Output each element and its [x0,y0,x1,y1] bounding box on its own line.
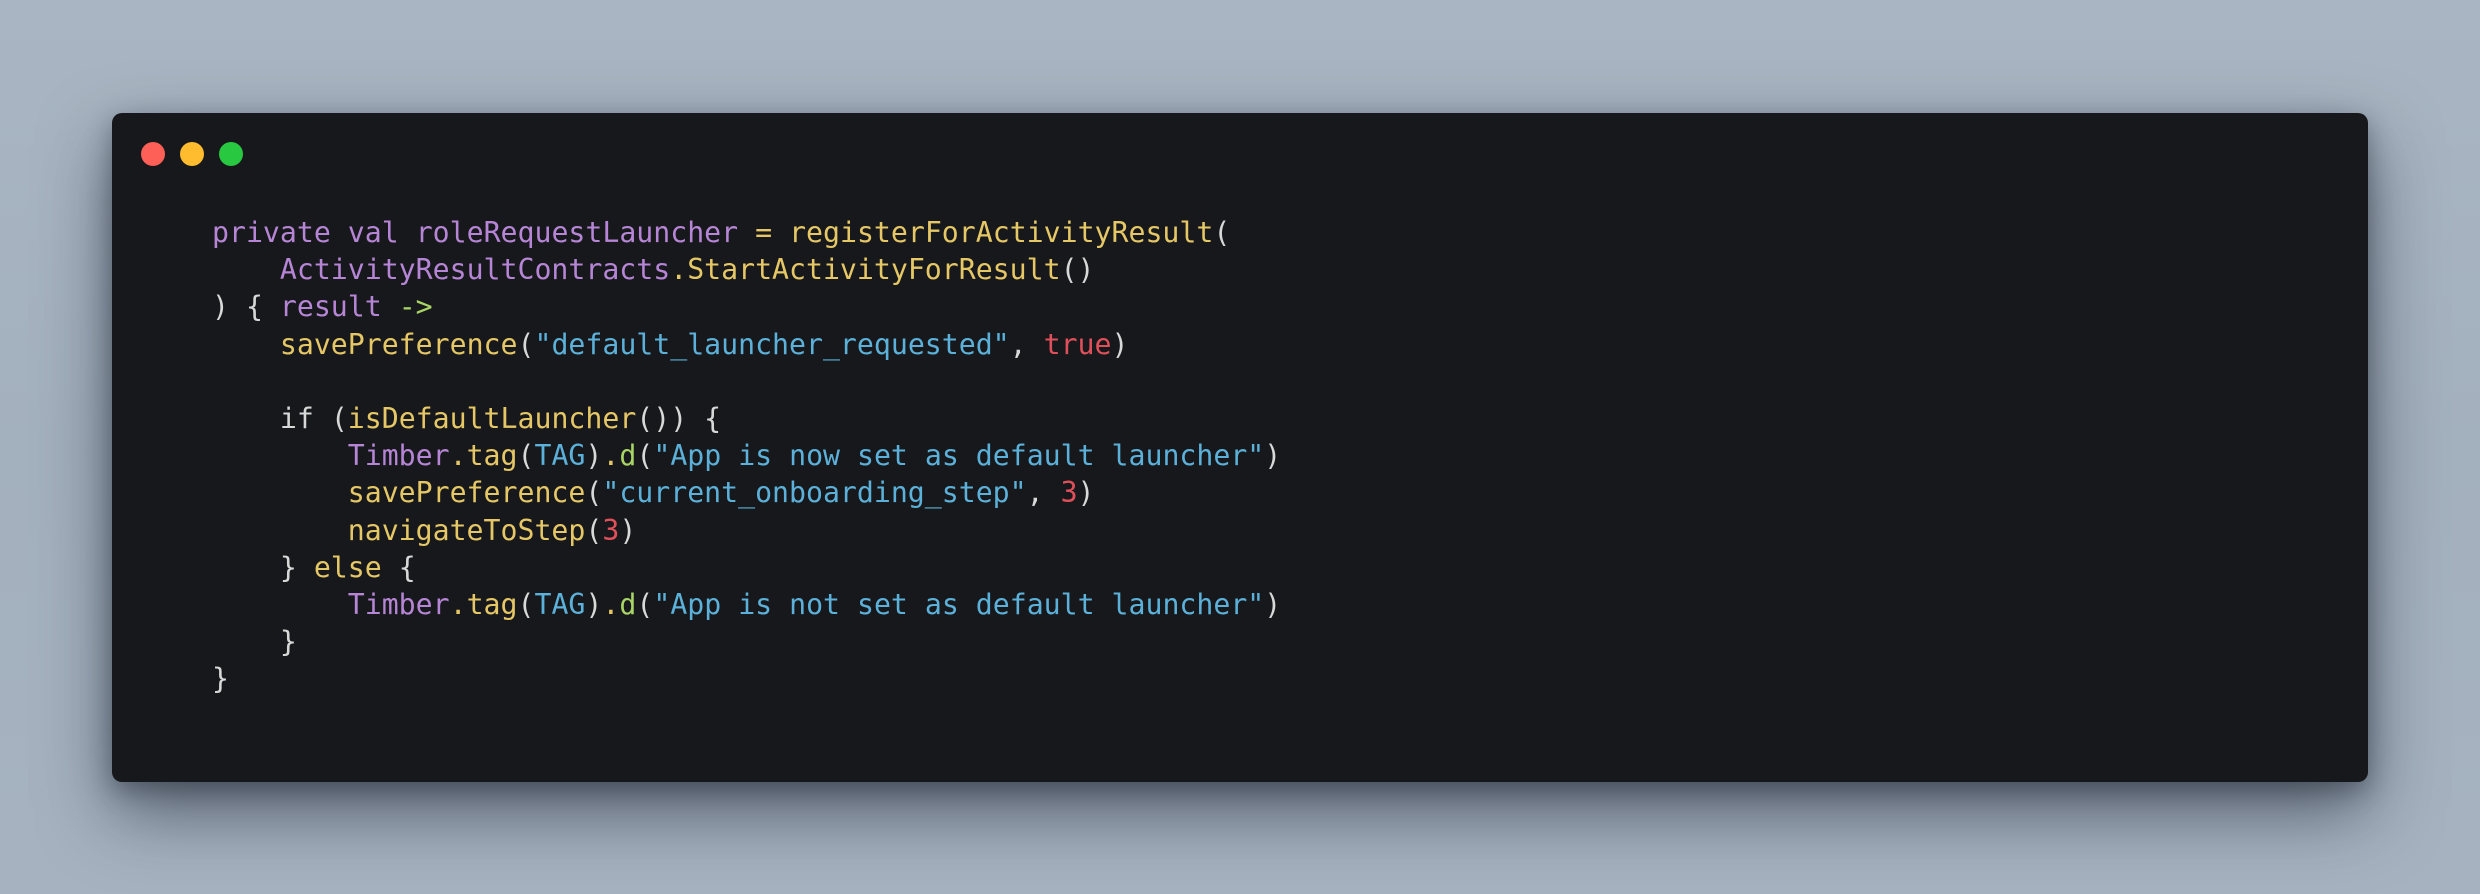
zoom-window-button[interactable] [219,142,243,166]
code-line: } [212,660,1281,697]
code-token: StartActivityForResult [687,253,1061,287]
code-token: ( [1213,216,1231,249]
code-token: ) [1077,476,1095,510]
code-token: () [1060,253,1095,287]
minimize-window-button[interactable] [180,142,204,166]
code-token: Timber [347,587,450,621]
code-line: private val roleRequestLauncher = regist… [212,214,1281,251]
code-token: } [212,625,297,659]
code-block: private val roleRequestLauncher = regist… [212,214,1281,697]
code-token: . [449,439,467,473]
window-controls [141,142,243,166]
code-token: ) [585,439,603,473]
code-token: ) [585,587,603,621]
code-line: if (isDefaultLauncher()) { [212,400,1281,437]
code-token: tag [466,587,518,621]
code-token: ) { [212,290,280,324]
code-token: "default_launcher_requested" [534,327,1010,361]
code-token: . [602,439,620,473]
code-token: Timber [347,439,450,473]
code-token: ( [585,513,603,547]
code-token: { [381,550,416,584]
code-token: ( [517,439,535,473]
code-token: ( [585,476,603,510]
code-token: "App is now set as default launcher" [653,439,1265,473]
code-token: tag [466,439,518,473]
code-line: Timber.tag(TAG).d("App is not set as def… [212,586,1282,623]
code-token: } [212,662,229,696]
code-token: ()) { [636,401,722,435]
code-token: private [212,216,331,249]
code-token: ( [636,439,654,473]
code-token: , [1026,476,1061,510]
code-token: navigateToStep [347,513,586,547]
code-token: ) [1264,587,1282,621]
code-token: true [1043,327,1112,361]
code-token: -> [398,290,433,324]
code-line: ) { result -> [212,288,1281,325]
code-token: d [619,587,637,621]
code-token: } [212,550,314,584]
code-line: savePreference("current_onboarding_step"… [212,474,1281,511]
code-token: TAG [534,439,586,473]
code-token: ( [313,401,348,435]
code-token: . [449,587,467,621]
code-token: ) [1264,439,1282,473]
code-token: else [313,550,382,584]
code-token: ) [619,513,637,547]
code-token: 3 [1060,476,1078,510]
close-window-button[interactable] [141,142,165,166]
code-token: savePreference [279,327,518,361]
code-token: ( [517,587,535,621]
code-line: } [212,623,1281,660]
code-token: ActivityResultContracts [279,253,671,287]
code-token: ( [517,327,535,361]
code-line: Timber.tag(TAG).d("App is now set as def… [212,437,1282,474]
code-token: savePreference [347,476,586,510]
code-token: if [279,401,314,435]
code-token: ) [1111,327,1129,361]
code-token: roleRequestLauncher [415,216,739,249]
code-token: ( [636,587,654,621]
code-line: } else { [212,549,1281,586]
code-window: private val roleRequestLauncher = regist… [112,113,2368,782]
code-token: TAG [534,587,586,621]
code-token: . [602,587,620,621]
code-token: val [347,216,399,249]
code-line: navigateToStep(3) [212,512,1281,549]
code-token: isDefaultLauncher [347,401,637,435]
code-token: d [619,439,637,473]
code-line: ActivityResultContracts.StartActivityFor… [212,251,1281,288]
code-token: = [755,216,773,249]
code-token: registerForActivityResult [789,216,1214,249]
code-token: 3 [602,513,620,547]
code-token: . [670,253,688,287]
code-token: , [1009,327,1044,361]
code-token: "current_onboarding_step" [602,476,1027,510]
code-token: "App is not set as default launcher" [653,587,1265,621]
code-token: result [279,290,382,324]
code-line: savePreference("default_launcher_request… [212,326,1281,363]
